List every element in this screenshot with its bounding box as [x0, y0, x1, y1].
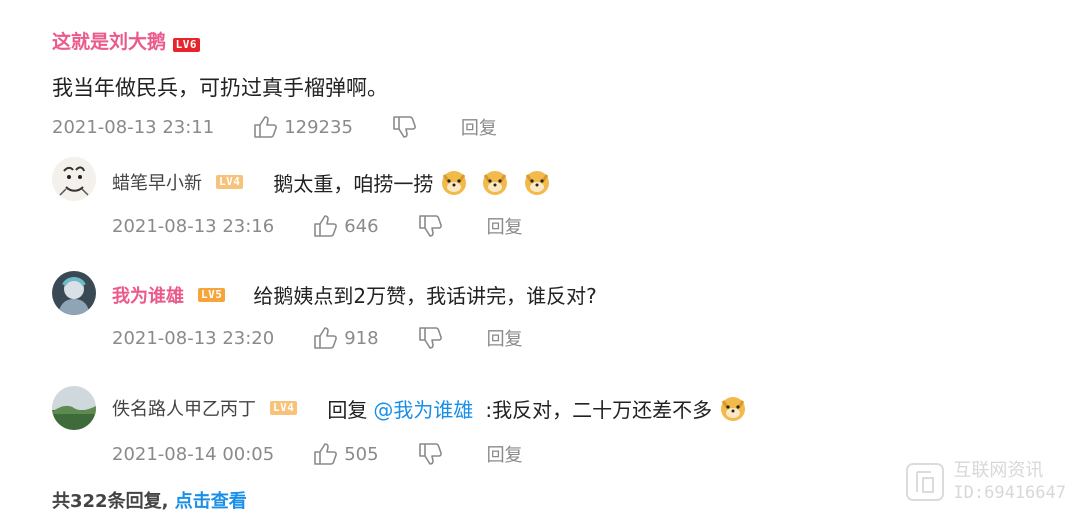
reply-text: 给鹅姨点到2万赞，我话讲完，谁反对?: [253, 284, 597, 308]
reply-prefix: 回复: [327, 397, 368, 422]
avatar[interactable]: [52, 157, 96, 201]
reply-count-text: 共322条回复,: [52, 491, 169, 512]
reply-username[interactable]: 蜡笔早小新: [112, 169, 202, 195]
avatar-image: [52, 386, 96, 430]
view-replies-link[interactable]: 点击查看: [175, 491, 247, 512]
thumbs-down-icon[interactable]: [417, 213, 443, 239]
like-count: 505: [344, 443, 379, 465]
thumbs-down-icon[interactable]: [417, 441, 443, 467]
thumbs-up-icon[interactable]: [312, 325, 338, 351]
reply-button[interactable]: 回复: [487, 325, 523, 351]
reply-3-header: 佚名路人甲乙丙丁 LV4 回复 @我为谁雄 :我反对，二十万还差不多: [112, 393, 748, 423]
reply-button[interactable]: 回复: [461, 114, 497, 140]
comment-time: 2021-08-13 23:20: [112, 327, 275, 349]
watermark-logo-icon: [906, 463, 945, 501]
reply-button[interactable]: 回复: [487, 213, 523, 239]
main-comment-text: 我当年做民兵，可扔过真手榴弹啊。: [52, 76, 388, 100]
reply-1-meta: 2021-08-13 23:16 646 回复: [112, 213, 523, 239]
like-count: 646: [344, 215, 379, 237]
avatar-image: [52, 271, 96, 315]
avatar[interactable]: [52, 386, 96, 430]
thumbs-up-icon[interactable]: [312, 213, 338, 239]
doge-emoji-icon: [483, 171, 508, 195]
main-comment-username[interactable]: 这就是刘大鹅 LV6: [52, 27, 201, 54]
main-comment-meta: 2021-08-13 23:11 129235 回复: [52, 114, 497, 140]
more-replies: 共322条回复, 点击查看: [52, 487, 247, 513]
reply-button[interactable]: 回复: [487, 441, 523, 467]
avatar[interactable]: [52, 271, 96, 315]
thumbs-down-icon[interactable]: [391, 114, 417, 140]
reply-username[interactable]: 佚名路人甲乙丙丁: [112, 395, 256, 421]
reply-text: 鹅太重，咱捞一捞: [273, 171, 434, 196]
comment-time: 2021-08-13 23:16: [112, 215, 275, 237]
reply-2-header: 我为谁雄 LV5 给鹅姨点到2万赞，我话讲完，谁反对?: [112, 280, 597, 309]
mention-link[interactable]: @我为谁雄: [373, 394, 473, 423]
level-badge: LV4: [270, 401, 298, 415]
reply-username[interactable]: 我为谁雄: [112, 282, 184, 308]
reply-3-meta: 2021-08-14 00:05 505 回复: [112, 441, 523, 467]
doge-emoji-icon: [524, 171, 549, 195]
reply-1-header: 蜡笔早小新 LV4 鹅太重，咱捞一捞: [112, 167, 552, 197]
level-badge: LV5: [198, 287, 226, 302]
doge-emoji-icon: [442, 171, 467, 195]
avatar-image: [52, 157, 96, 201]
level-badge: LV4: [216, 175, 244, 189]
thumbs-down-icon[interactable]: [417, 325, 443, 351]
thumbs-up-icon[interactable]: [252, 114, 278, 140]
doge-emoji-icon: [721, 397, 746, 421]
like-count: 129235: [284, 116, 353, 138]
main-username-text[interactable]: 这就是刘大鹅: [52, 31, 166, 53]
level-badge: LV6: [172, 38, 201, 52]
reply-emojis: [433, 167, 551, 197]
reply-2-meta: 2021-08-13 23:20 918 回复: [112, 325, 523, 351]
comment-time: 2021-08-13 23:11: [52, 116, 215, 138]
watermark-line1: 互联网资讯: [953, 460, 1044, 481]
watermark: 互联网资讯 ID:69416647: [905, 460, 1066, 504]
watermark-line2: ID:69416647: [953, 483, 1066, 503]
reply-text: :我反对，二十万还差不多: [485, 397, 713, 422]
thumbs-up-icon[interactable]: [312, 441, 338, 467]
comment-time: 2021-08-14 00:05: [112, 443, 275, 465]
like-count: 918: [344, 327, 379, 349]
